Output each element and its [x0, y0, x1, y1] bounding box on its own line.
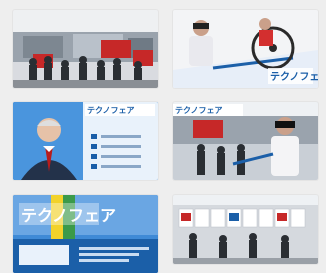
thumbnail-booth-display[interactable]: [173, 195, 318, 264]
fair-poster-image: テクノフェア: [13, 195, 158, 273]
logo-text: テクノフェア: [175, 105, 223, 115]
thumbnail-grid: テクノフェア テクノフェア: [0, 0, 326, 273]
logo-text: テクノフェア: [87, 105, 135, 115]
vr-booth-image: テクノフェア: [173, 102, 318, 180]
logo-text: テクノフェア: [21, 206, 116, 225]
vr-promo-image: テクノフェア: [173, 10, 318, 88]
booth-display-image: [173, 195, 318, 264]
exhibition-hall-image: [13, 10, 158, 88]
thumbnail-fair-poster[interactable]: テクノフェア: [13, 195, 158, 273]
thumbnail-vr-promo[interactable]: テクノフェア: [173, 10, 318, 88]
thumbnail-exhibition-hall[interactable]: [13, 10, 158, 88]
presenter-image: テクノフェア: [13, 102, 158, 180]
thumbnail-presenter[interactable]: テクノフェア: [13, 102, 158, 180]
thumbnail-vr-booth[interactable]: テクノフェア: [173, 102, 318, 180]
logo-text: テクノフェア: [270, 71, 318, 83]
